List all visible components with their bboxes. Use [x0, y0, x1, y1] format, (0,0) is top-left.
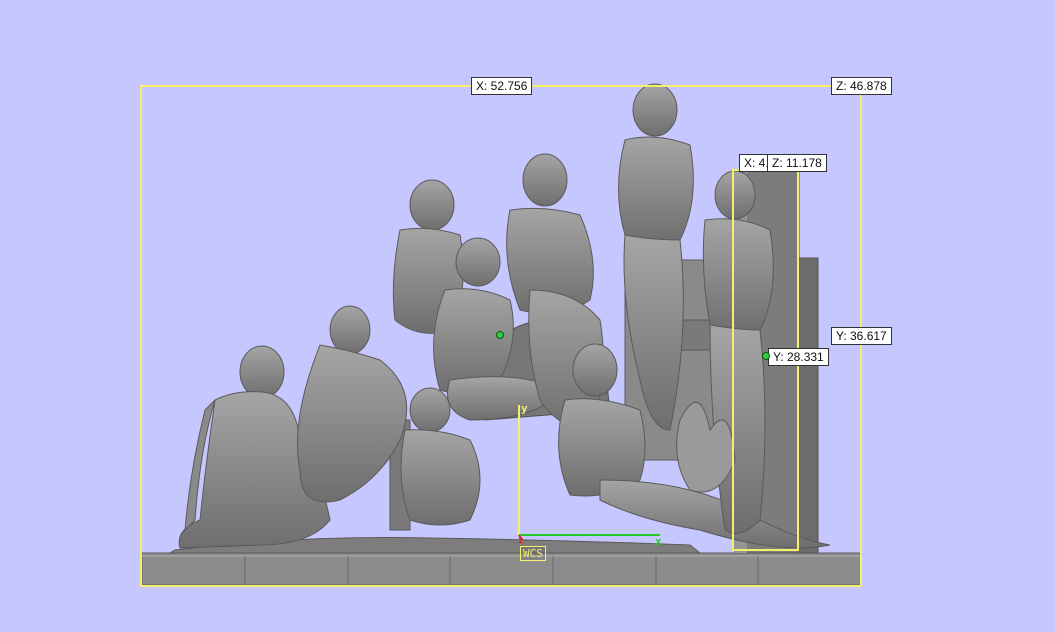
inner-z-dimension: Z: 11.178 [767, 154, 827, 172]
outer-y-dimension: Y: 36.617 [831, 327, 892, 345]
selection-handle-marker[interactable] [762, 352, 770, 360]
wcs-label: WCS [520, 546, 546, 561]
selection-handle-marker[interactable] [496, 331, 504, 339]
axis-y-label: y [521, 402, 528, 415]
inner-y-dimension: Y: 28.331 [768, 348, 829, 366]
outer-x-dimension: X: 52.756 [471, 77, 533, 95]
axis-z-label: z [518, 536, 524, 546]
outer-z-dimension: Z: 46.878 [831, 77, 892, 95]
axis-x-label: x [655, 535, 662, 548]
3d-viewport[interactable]: X: 52.756 Z: 46.878 Y: 36.617 X: 4. Z: 1… [0, 0, 1055, 632]
